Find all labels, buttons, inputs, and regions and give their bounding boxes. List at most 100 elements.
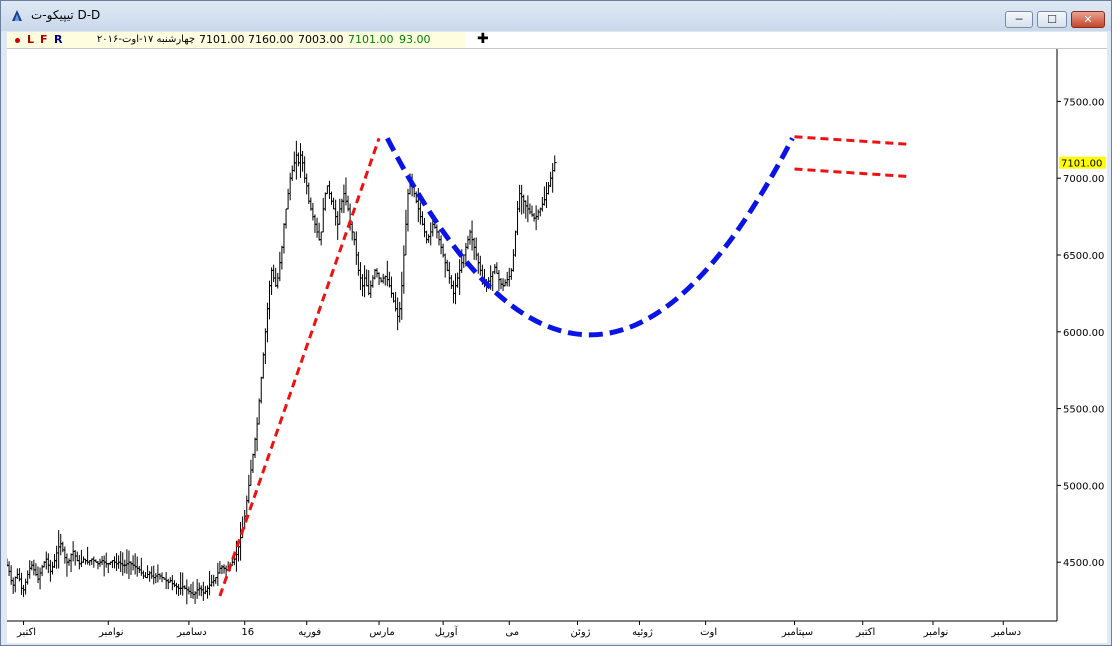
price-bar: [341, 184, 346, 214]
price-bar: [122, 559, 127, 574]
price-bar: [300, 150, 305, 172]
price-bar: [153, 573, 158, 584]
price-bar: [397, 301, 402, 323]
price-bar: [58, 533, 63, 556]
price-bar: [552, 155, 557, 172]
price-bar: [449, 275, 454, 289]
price-bar: [124, 549, 129, 574]
price-bar: [98, 558, 103, 567]
cup-curve-line: [385, 137, 795, 338]
price-bar: [114, 553, 119, 572]
maximize-button[interactable]: ☐: [1037, 11, 1067, 28]
add-symbol-icon[interactable]: ✚: [477, 31, 489, 47]
price-bar: [69, 553, 74, 573]
price-bar: [490, 271, 495, 292]
price-bar: [521, 194, 526, 214]
price-bar: [377, 272, 382, 286]
price-bar: [131, 555, 136, 571]
price-bar: [25, 570, 30, 585]
price-bar: [534, 205, 539, 231]
price-bar: [253, 437, 258, 459]
price-bar: [302, 156, 307, 183]
price-bar: [126, 550, 131, 579]
scale-r-button[interactable]: R: [54, 33, 62, 46]
price-bar: [62, 546, 67, 564]
price-bar: [281, 223, 286, 254]
price-bar: [279, 245, 284, 270]
price-bar: [443, 253, 448, 278]
close-button[interactable]: ✕: [1071, 11, 1105, 28]
price-bar: [170, 575, 175, 591]
price-bar: [290, 165, 295, 181]
price-bar: [461, 254, 466, 268]
chart-area[interactable]: 4500.00 5000.00 5500.00 6000.00 6500.00 7000.…: [7, 49, 1107, 643]
price-bar: [83, 558, 88, 565]
price-bar: [405, 188, 410, 232]
price-bar: [296, 152, 301, 167]
y-tick-label: 7000.00: [1063, 174, 1104, 185]
price-bar: [422, 217, 427, 238]
price-bar: [261, 352, 266, 379]
price-bar: [523, 200, 528, 219]
scale-f-button[interactable]: F: [40, 33, 48, 46]
price-bar: [426, 234, 431, 243]
price-bar: [27, 560, 32, 579]
x-tick-label: نوامبر: [923, 627, 949, 638]
price-bar: [329, 191, 334, 205]
price-bar: [250, 453, 255, 474]
price-bar: [286, 188, 291, 210]
price-bar: [195, 578, 200, 599]
x-tick-label: ژوئن: [570, 627, 590, 638]
price-bar: [67, 558, 72, 566]
rise-trend-line: [218, 137, 381, 597]
last-price-label: 7101.00: [1061, 159, 1102, 170]
price-bar: [143, 572, 148, 579]
price-bar: [118, 551, 123, 573]
info-open: 7101.00: [199, 33, 245, 46]
price-bar: [478, 255, 483, 276]
price-bar: [312, 214, 317, 234]
price-bar: [542, 186, 547, 206]
price-bar: [209, 574, 214, 587]
title-bar[interactable]: تیپیکو-ت D-D ─ ☐ ✕: [1, 1, 1111, 31]
price-bar: [455, 272, 460, 288]
price-bar: [217, 560, 222, 574]
price-bar: [180, 572, 185, 596]
price-bar: [292, 151, 297, 172]
x-tick-label: اکتبر: [16, 627, 36, 638]
price-bar: [364, 269, 369, 287]
price-bar: [527, 203, 532, 215]
price-bar: [403, 209, 408, 256]
price-bar: [354, 231, 359, 265]
price-bar: [44, 551, 49, 570]
y-tick-label: 5500.00: [1063, 405, 1104, 416]
price-chart[interactable]: 4500.00 5000.00 5500.00 6000.00 6500.00 7000.…: [7, 49, 1107, 643]
price-bar: [38, 567, 43, 590]
scale-l-button[interactable]: L: [27, 33, 34, 46]
price-bar: [174, 582, 179, 595]
x-tick-label: نوامبر: [98, 627, 124, 638]
price-bar: [9, 565, 14, 585]
price-bar: [315, 217, 320, 238]
price-bar: [304, 173, 309, 195]
maximize-icon: ☐: [1047, 13, 1057, 26]
price-bar: [515, 200, 520, 236]
x-tick-label: اکتبر: [855, 627, 875, 638]
price-bar: [191, 581, 196, 599]
price-bar: [48, 559, 53, 582]
price-bar: [472, 237, 477, 260]
price-bar: [447, 261, 452, 284]
price-bar: [494, 262, 499, 274]
price-bar: [197, 582, 202, 596]
price-bar: [356, 251, 361, 276]
price-bar: [178, 572, 183, 595]
minimize-button[interactable]: ─: [1005, 11, 1033, 28]
price-bar: [56, 530, 61, 569]
price-bar: [23, 578, 28, 595]
price-bar: [335, 211, 340, 241]
price-bar: [7, 561, 12, 577]
info-high: 7160.00: [248, 33, 294, 46]
price-bar: [269, 267, 274, 295]
price-bar: [474, 237, 479, 261]
price-bar: [207, 570, 212, 596]
